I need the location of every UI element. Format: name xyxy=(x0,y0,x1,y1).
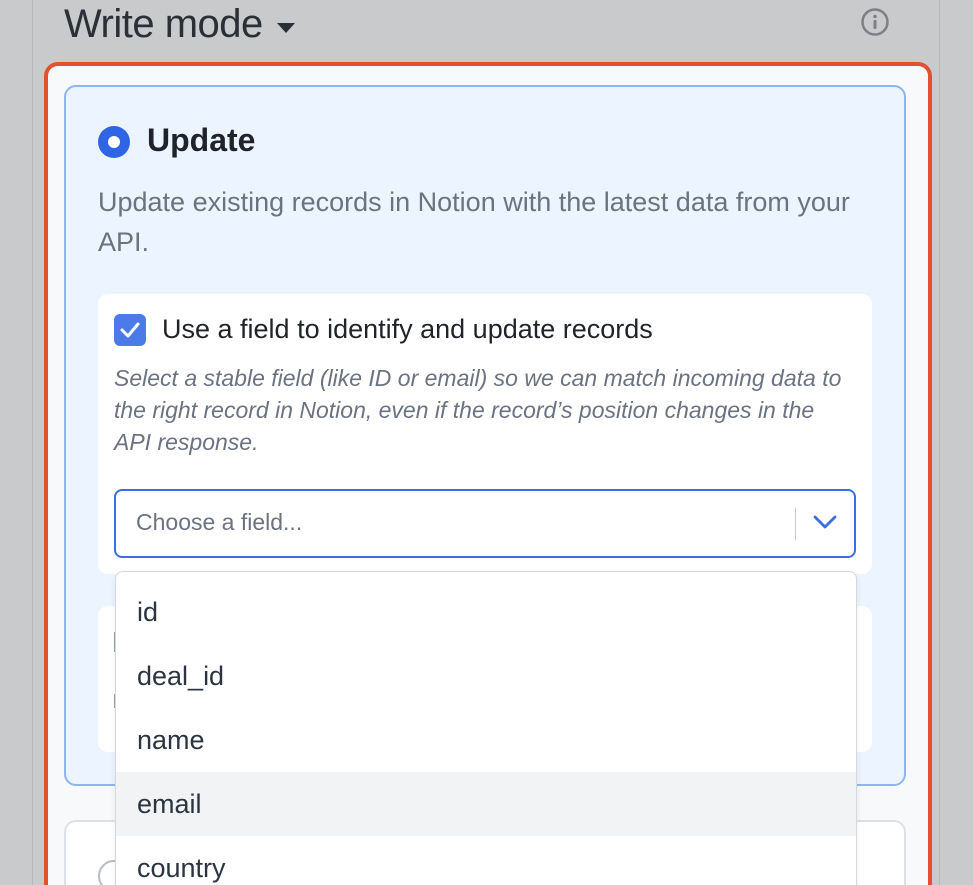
identify-description: Select a stable field (like ID or email)… xyxy=(114,365,842,455)
dropdown-option-id[interactable]: id xyxy=(116,580,856,644)
caret-down-icon xyxy=(276,22,295,33)
info-icon[interactable] xyxy=(861,8,889,36)
write-mode-title: Write mode xyxy=(64,2,263,46)
update-option-label: Update xyxy=(147,122,256,158)
identify-checkbox[interactable] xyxy=(114,314,146,346)
field-select-placeholder: Choose a field... xyxy=(136,509,303,535)
field-select[interactable]: Choose a field... xyxy=(114,489,856,558)
dropdown-option-email[interactable]: email xyxy=(116,772,856,836)
write-mode-panel: Write mode Update Update existing record… xyxy=(0,0,973,885)
field-dropdown-menu: id deal_id name email country xyxy=(115,571,857,885)
identify-checkbox-label[interactable]: Use a field to identify and update recor… xyxy=(162,314,653,345)
write-mode-dropdown[interactable]: Write mode xyxy=(64,2,295,47)
update-radio[interactable] xyxy=(98,126,130,158)
select-separator xyxy=(795,508,796,540)
chevron-down-icon[interactable] xyxy=(812,513,838,531)
dropdown-option-name[interactable]: name xyxy=(116,708,856,772)
update-option-description: Update existing records in Notion with t… xyxy=(98,187,850,257)
dropdown-option-deal-id[interactable]: deal_id xyxy=(116,644,856,708)
dropdown-option-country[interactable]: country xyxy=(116,836,856,885)
checkmark-icon xyxy=(120,322,140,338)
